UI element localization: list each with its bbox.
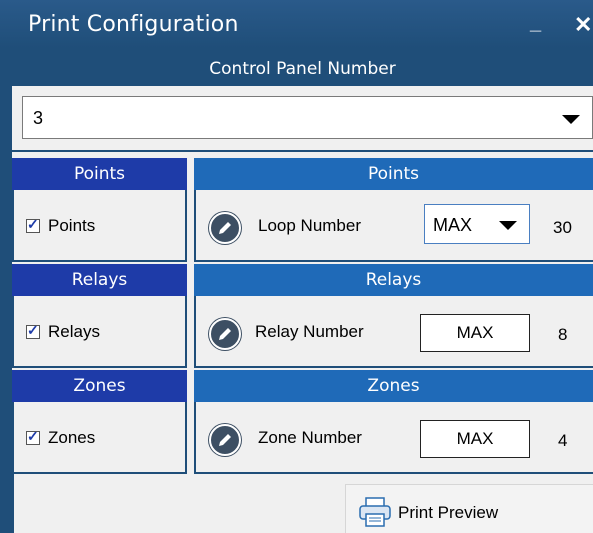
- loop-count: 30: [553, 218, 572, 237]
- points-right-header: Points: [194, 158, 593, 190]
- window-title: Print Configuration: [28, 12, 239, 37]
- loop-number-select[interactable]: MAX: [424, 204, 530, 244]
- control-panel-value: 3: [33, 108, 44, 128]
- control-panel-select[interactable]: 3: [22, 96, 593, 139]
- close-button[interactable]: ✕: [574, 12, 592, 38]
- zones-left-header: Zones: [12, 370, 187, 402]
- edit-icon[interactable]: [208, 317, 242, 351]
- relays-checkbox-label: Relays: [48, 322, 100, 341]
- relay-number-label: Relay Number: [255, 322, 364, 341]
- print-preview-button[interactable]: Print Preview: [345, 484, 593, 533]
- zones-right-header: Zones: [194, 370, 593, 402]
- zones-checkbox[interactable]: [26, 428, 40, 445]
- edit-icon[interactable]: [208, 211, 242, 245]
- title-bar: Print Configuration _ ✕: [0, 0, 593, 48]
- relays-right-header: Relays: [194, 264, 593, 296]
- points-checkbox[interactable]: [26, 216, 40, 233]
- loop-number-label: Loop Number: [258, 216, 362, 235]
- zones-checkbox-label: Zones: [48, 428, 96, 447]
- points-left-header: Points: [12, 158, 187, 190]
- minimize-button[interactable]: _: [530, 12, 541, 35]
- relay-number-field[interactable]: MAX: [420, 314, 530, 352]
- points-checkbox-label: Points: [48, 216, 96, 235]
- loop-number-value: MAX: [433, 215, 473, 235]
- chevron-down-icon[interactable]: [562, 115, 580, 124]
- divider: [12, 472, 14, 533]
- zone-number-label: Zone Number: [258, 428, 362, 447]
- edit-icon[interactable]: [208, 423, 242, 457]
- print-preview-label: Print Preview: [398, 503, 499, 522]
- divider: [12, 150, 593, 152]
- chevron-down-icon[interactable]: [499, 221, 517, 230]
- zone-number-field[interactable]: MAX: [420, 420, 530, 458]
- dialog-body: Control Panel Number 3 Points Points Poi…: [12, 52, 593, 533]
- relays-checkbox[interactable]: [26, 322, 40, 339]
- control-panel-header: Control Panel Number: [12, 52, 593, 86]
- print-configuration-window: Print Configuration _ ✕ Control Panel Nu…: [0, 0, 593, 533]
- relays-left-header: Relays: [12, 264, 187, 296]
- printer-icon: [358, 497, 392, 532]
- relay-count: 8: [558, 325, 568, 344]
- zone-count: 4: [558, 431, 568, 450]
